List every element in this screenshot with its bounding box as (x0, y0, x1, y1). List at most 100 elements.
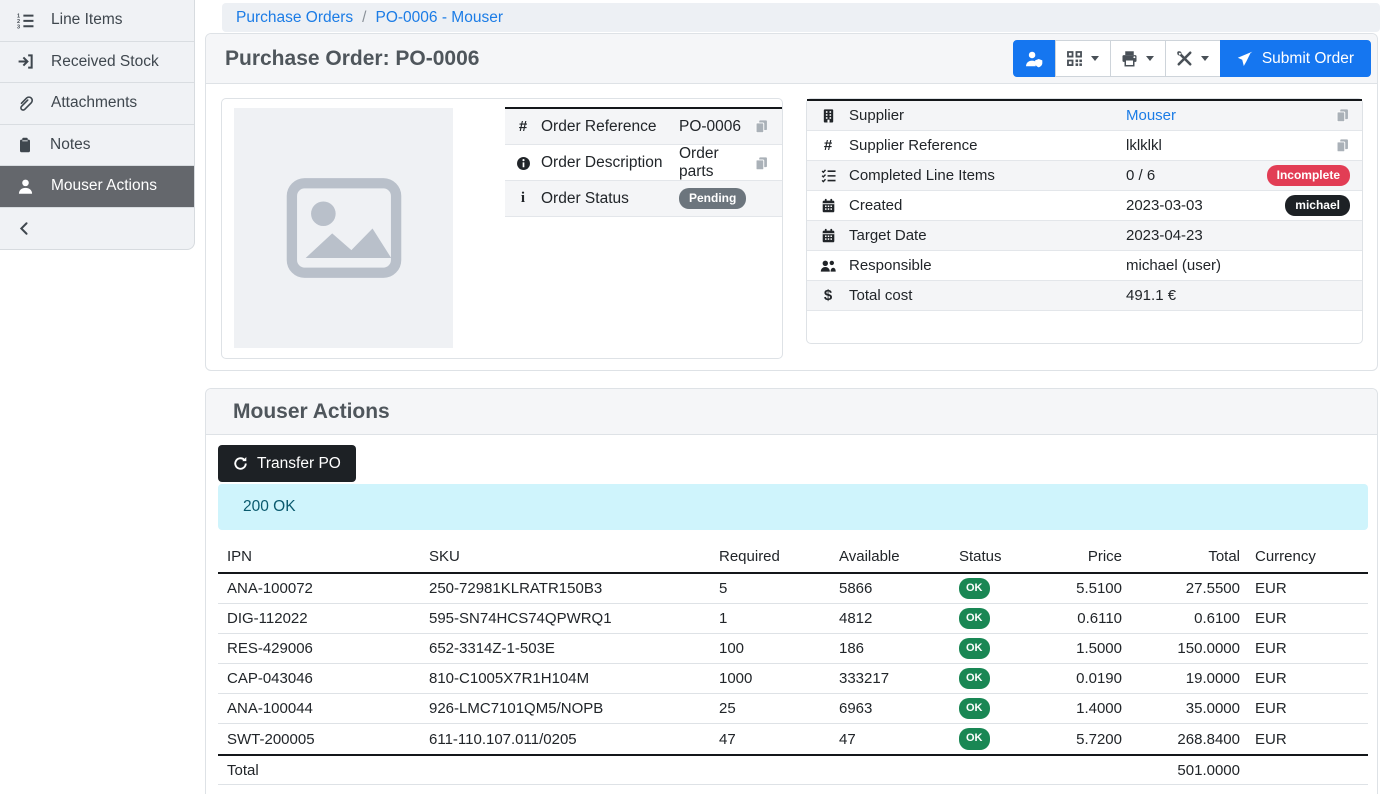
image-placeholder-icon (285, 176, 403, 280)
detail-label: Supplier (849, 107, 1126, 124)
users-icon (807, 258, 849, 274)
panel-title: Mouser Actions (233, 400, 390, 424)
column-header: IPN (218, 548, 420, 565)
order-actions-menu-button[interactable] (1165, 40, 1221, 77)
detail-label: Created (849, 197, 1126, 214)
detail-label: Target Date (849, 227, 1126, 244)
sku-cell: 926-LMC7101QM5/NOPB (420, 700, 710, 717)
table-row: $ Total cost 491.1 € (807, 281, 1362, 311)
caret-down-icon (1146, 56, 1154, 61)
supplier-details-table: Supplier Mouser # Supplier Reference lkl… (807, 99, 1362, 340)
table-row: # Order Reference PO-0006 (505, 109, 782, 145)
copy-icon (1335, 138, 1350, 153)
sku-cell: 250-72981KLRATR150B3 (420, 580, 710, 597)
breadcrumb-link-purchase-orders[interactable]: Purchase Orders (236, 9, 353, 27)
sidebar-item-label: Received Stock (51, 53, 159, 71)
price-cell: 1.4000 (1048, 700, 1131, 717)
breadcrumb: Purchase Orders / PO-0006 - Mouser (222, 3, 1380, 32)
sidebar-item-received-stock[interactable]: Received Stock (0, 42, 194, 84)
footer-total: 501.0000 (1131, 762, 1249, 779)
currency-cell: EUR (1249, 640, 1368, 657)
available-cell: 333217 (830, 670, 950, 687)
copy-button[interactable] (1335, 138, 1350, 153)
breadcrumb-link-current[interactable]: PO-0006 - Mouser (375, 9, 503, 27)
order-details-card: # Order Reference PO-0006 Order Descript… (221, 98, 783, 359)
footer-label: Total (218, 762, 420, 779)
detail-value: Order parts (679, 145, 754, 181)
required-cell: 5 (710, 580, 830, 597)
table-row: Order Description Order parts (505, 145, 782, 181)
printer-icon (1121, 50, 1138, 67)
incomplete-badge: Incomplete (1267, 165, 1350, 185)
column-header: Price (1048, 548, 1131, 565)
sidebar-item-label: Attachments (51, 94, 137, 112)
detail-value: 0 / 6 (1126, 167, 1267, 184)
table-row: ANA-100044 926-LMC7101QM5/NOPB 25 6963 O… (218, 694, 1368, 724)
ok-badge: OK (959, 608, 990, 629)
copy-button[interactable] (1335, 108, 1350, 123)
sidebar-collapse-button[interactable] (0, 208, 194, 250)
required-cell: 1 (710, 610, 830, 627)
purchase-order-panel: Purchase Order: PO-0006 Submit Order (205, 33, 1378, 371)
sidebar-item-notes[interactable]: Notes (0, 125, 194, 167)
required-cell: 25 (710, 700, 830, 717)
status-alert: 200 OK (218, 484, 1368, 530)
user-badge: michael (1285, 195, 1350, 215)
sign-in-icon (17, 53, 34, 70)
available-cell: 6963 (830, 700, 950, 717)
detail-label: Order Description (541, 154, 679, 172)
table-row: ANA-100072 250-72981KLRATR150B3 5 5866 O… (218, 574, 1368, 604)
detail-label: Order Status (541, 190, 679, 208)
table-row: Created 2023-03-03 michael (807, 191, 1362, 221)
supplier-link[interactable]: Mouser (1126, 107, 1335, 124)
sidebar-item-mouser-actions[interactable]: Mouser Actions (0, 166, 194, 208)
sidebar-item-line-items[interactable]: Line Items (0, 0, 194, 42)
currency-cell: EUR (1249, 670, 1368, 687)
ok-badge: OK (959, 578, 990, 599)
sidebar-item-attachments[interactable]: Attachments (0, 83, 194, 125)
ipn-cell: CAP-043046 (218, 670, 420, 687)
submit-order-label: Submit Order (1262, 50, 1354, 68)
table-footer-row: Total 501.0000 (218, 754, 1368, 785)
column-header: Available (830, 548, 950, 565)
caret-down-icon (1201, 56, 1209, 61)
sku-cell: 810-C1005X7R1H104M (420, 670, 710, 687)
qrcode-icon (1066, 50, 1083, 67)
price-cell: 5.7200 (1048, 731, 1131, 748)
detail-label: Supplier Reference (849, 137, 1126, 154)
copy-button[interactable] (754, 156, 782, 171)
tools-icon (1176, 50, 1193, 67)
clipboard-icon (17, 137, 33, 153)
supplier-details-card: Supplier Mouser # Supplier Reference lkl… (806, 98, 1363, 344)
dollar-icon: $ (807, 287, 849, 304)
available-cell: 47 (830, 731, 950, 748)
info-icon: i (505, 190, 541, 207)
barcode-menu-button[interactable] (1055, 40, 1111, 77)
currency-cell: EUR (1249, 700, 1368, 717)
sidebar-item-label: Line Items (51, 11, 123, 29)
sidebar-item-label: Mouser Actions (51, 177, 157, 195)
copy-icon (754, 156, 769, 171)
admin-button[interactable] (1013, 40, 1056, 77)
hash-icon: # (807, 137, 849, 154)
available-cell: 4812 (830, 610, 950, 627)
info-circle-icon (505, 156, 541, 171)
table-row: Supplier Mouser (807, 101, 1362, 131)
sidebar-item-label: Notes (50, 136, 91, 154)
detail-label: Order Reference (541, 118, 679, 136)
print-menu-button[interactable] (1110, 40, 1166, 77)
price-cell: 1.5000 (1048, 640, 1131, 657)
column-header: Required (710, 548, 830, 565)
transfer-po-button[interactable]: Transfer PO (218, 445, 356, 482)
copy-button[interactable] (754, 119, 782, 134)
submit-order-button[interactable]: Submit Order (1220, 40, 1371, 77)
total-cell: 19.0000 (1131, 670, 1249, 687)
column-header: Currency (1249, 548, 1368, 565)
status-badge: Pending (679, 188, 746, 208)
sku-cell: 652-3314Z-1-503E (420, 640, 710, 657)
table-row: CAP-043046 810-C1005X7R1H104M 1000 33321… (218, 664, 1368, 694)
detail-value: michael (user) (1126, 257, 1350, 274)
total-cell: 150.0000 (1131, 640, 1249, 657)
caret-down-icon (1091, 56, 1099, 61)
column-header: SKU (420, 548, 710, 565)
